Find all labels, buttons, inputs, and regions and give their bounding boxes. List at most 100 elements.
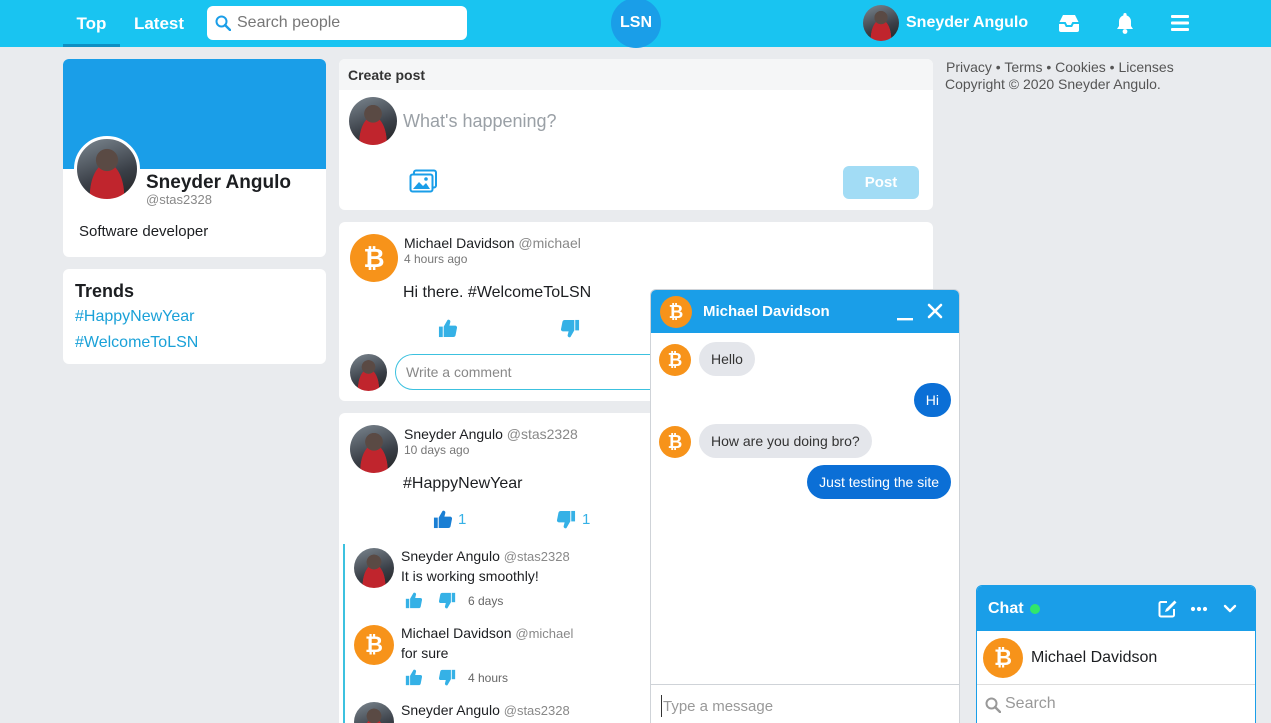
thumbs-down-icon (561, 319, 580, 338)
post-author[interactable]: Michael Davidson @michael (404, 235, 581, 251)
chat-contact[interactable]: ₿ Michael Davidson (977, 632, 1255, 684)
post-button[interactable]: Post (843, 166, 919, 199)
footer-links: Privacy • Terms • Cookies • Licenses (946, 58, 1174, 76)
minimize-icon[interactable] (896, 304, 914, 322)
profile-avatar[interactable] (74, 136, 140, 202)
chat-window: ₿ Michael Davidson ₿ Hello Hi ₿ How are … (650, 289, 960, 723)
trend-link[interactable]: #WelcomeToLSN (75, 334, 198, 352)
licenses-link[interactable]: Licenses (1118, 59, 1173, 75)
comment-author[interactable]: Sneyder Angulo @stas2328 (401, 548, 570, 564)
thumbs-down-icon[interactable] (439, 592, 456, 609)
avatar[interactable] (354, 702, 394, 723)
more-options-icon[interactable] (1190, 599, 1208, 618)
avatar[interactable] (350, 425, 398, 473)
message-incoming: Hello (699, 342, 755, 376)
message-incoming: How are you doing bro? (699, 424, 872, 458)
post-text: #HappyNewYear (403, 475, 523, 492)
message-outgoing: Hi (913, 383, 951, 417)
avatar: ₿ (983, 638, 1023, 678)
tab-top[interactable]: Top (63, 0, 120, 47)
author-name: Michael Davidson (404, 235, 515, 251)
comment-time: 4 hours (468, 671, 509, 685)
message-input[interactable] (661, 695, 951, 717)
close-icon[interactable] (926, 302, 944, 320)
post-text: Hi there. #WelcomeToLSN (403, 284, 592, 301)
chevron-down-icon[interactable] (1222, 599, 1238, 618)
post-input[interactable] (403, 111, 903, 132)
author-name: Sneyder Angulo (401, 702, 500, 718)
search-icon (985, 697, 1001, 713)
author-name: Michael Davidson (401, 625, 512, 641)
thumbs-up-icon (438, 319, 457, 338)
separator: • (1109, 59, 1115, 75)
separator: • (995, 59, 1001, 75)
bitcoin-icon: ₿ (994, 646, 1012, 671)
menu-icon[interactable] (1168, 11, 1194, 35)
chat-panel: Chat ₿ Michael Davidson (976, 585, 1256, 723)
bell-icon[interactable] (1112, 11, 1138, 35)
comment-thread-line (343, 544, 345, 723)
author-handle: @michael (515, 626, 574, 641)
privacy-link[interactable]: Privacy (946, 59, 992, 75)
app-logo[interactable]: LSN (611, 0, 661, 48)
avatar: ₿ (659, 344, 691, 376)
comment-author[interactable]: Michael Davidson @michael (401, 625, 573, 641)
user-name: Sneyder Angulo (906, 14, 1029, 31)
dislike-button[interactable] (561, 319, 580, 338)
comment-text: It is working smoothly! (401, 568, 539, 584)
post-author[interactable]: Sneyder Angulo @stas2328 (404, 426, 578, 442)
avatar (350, 354, 387, 391)
search-input[interactable] (237, 6, 462, 40)
post-time: 4 hours ago (404, 252, 468, 266)
thumbs-up-icon[interactable] (405, 592, 422, 609)
top-navigation-bar: Top Latest LSN Sneyder Angulo (0, 0, 1271, 48)
author-handle: @michael (518, 235, 581, 251)
like-button[interactable] (438, 319, 457, 338)
like-count: 1 (458, 511, 467, 528)
dislike-count: 1 (582, 511, 591, 528)
profile-card: Sneyder Angulo @stas2328 Software develo… (63, 59, 326, 257)
cookies-link[interactable]: Cookies (1055, 59, 1106, 75)
thumbs-up-icon[interactable] (405, 669, 422, 686)
comment-author[interactable]: Sneyder Angulo @stas2328 (401, 702, 570, 718)
like-button[interactable]: 1 (433, 510, 466, 529)
avatar (863, 5, 899, 41)
photo-upload-icon[interactable] (409, 169, 438, 194)
thumbs-down-icon[interactable] (439, 669, 456, 686)
trend-link[interactable]: #HappyNewYear (75, 308, 194, 326)
separator: • (1046, 59, 1052, 75)
thumbs-down-icon (557, 510, 576, 529)
message-outgoing: Just testing the site (807, 465, 951, 499)
create-post-header: Create post (339, 59, 933, 90)
author-handle: @stas2328 (503, 549, 570, 564)
profile-name[interactable]: Sneyder Angulo (146, 172, 291, 194)
author-handle: @stas2328 (503, 703, 570, 718)
search-icon (215, 15, 231, 31)
terms-link[interactable]: Terms (1004, 59, 1042, 75)
author-handle: @stas2328 (506, 426, 578, 442)
user-menu[interactable]: Sneyder Angulo (863, 5, 1028, 41)
dislike-button[interactable]: 1 (557, 510, 590, 529)
chat-window-title: Michael Davidson (703, 303, 830, 320)
contact-name: Michael Davidson (1031, 649, 1158, 666)
trends-card: Trends #HappyNewYear #WelcomeToLSN (63, 269, 326, 364)
thumbs-up-icon (433, 510, 452, 529)
comment-time: 6 days (468, 594, 504, 608)
chat-window-header[interactable]: ₿ Michael Davidson (651, 290, 959, 333)
author-name: Sneyder Angulo (404, 426, 503, 442)
create-post-card: Create post Post (339, 59, 933, 210)
avatar[interactable] (354, 548, 394, 588)
bitcoin-icon: ₿ (365, 633, 383, 658)
bitcoin-icon: ₿ (668, 301, 684, 323)
comment-text: for sure (401, 645, 449, 661)
compose-icon[interactable] (1158, 599, 1178, 618)
chat-panel-header[interactable]: Chat (977, 586, 1255, 631)
avatar[interactable]: ₿ (350, 234, 398, 282)
inbox-icon[interactable] (1056, 11, 1082, 35)
avatar[interactable]: ₿ (354, 625, 394, 665)
chat-input-area (651, 684, 959, 723)
tab-latest[interactable]: Latest (126, 0, 192, 47)
chat-search (977, 684, 1255, 723)
chat-search-input[interactable] (1005, 693, 1245, 715)
comment: ₿ Michael Davidson @michael for sure 4 h… (354, 625, 654, 687)
